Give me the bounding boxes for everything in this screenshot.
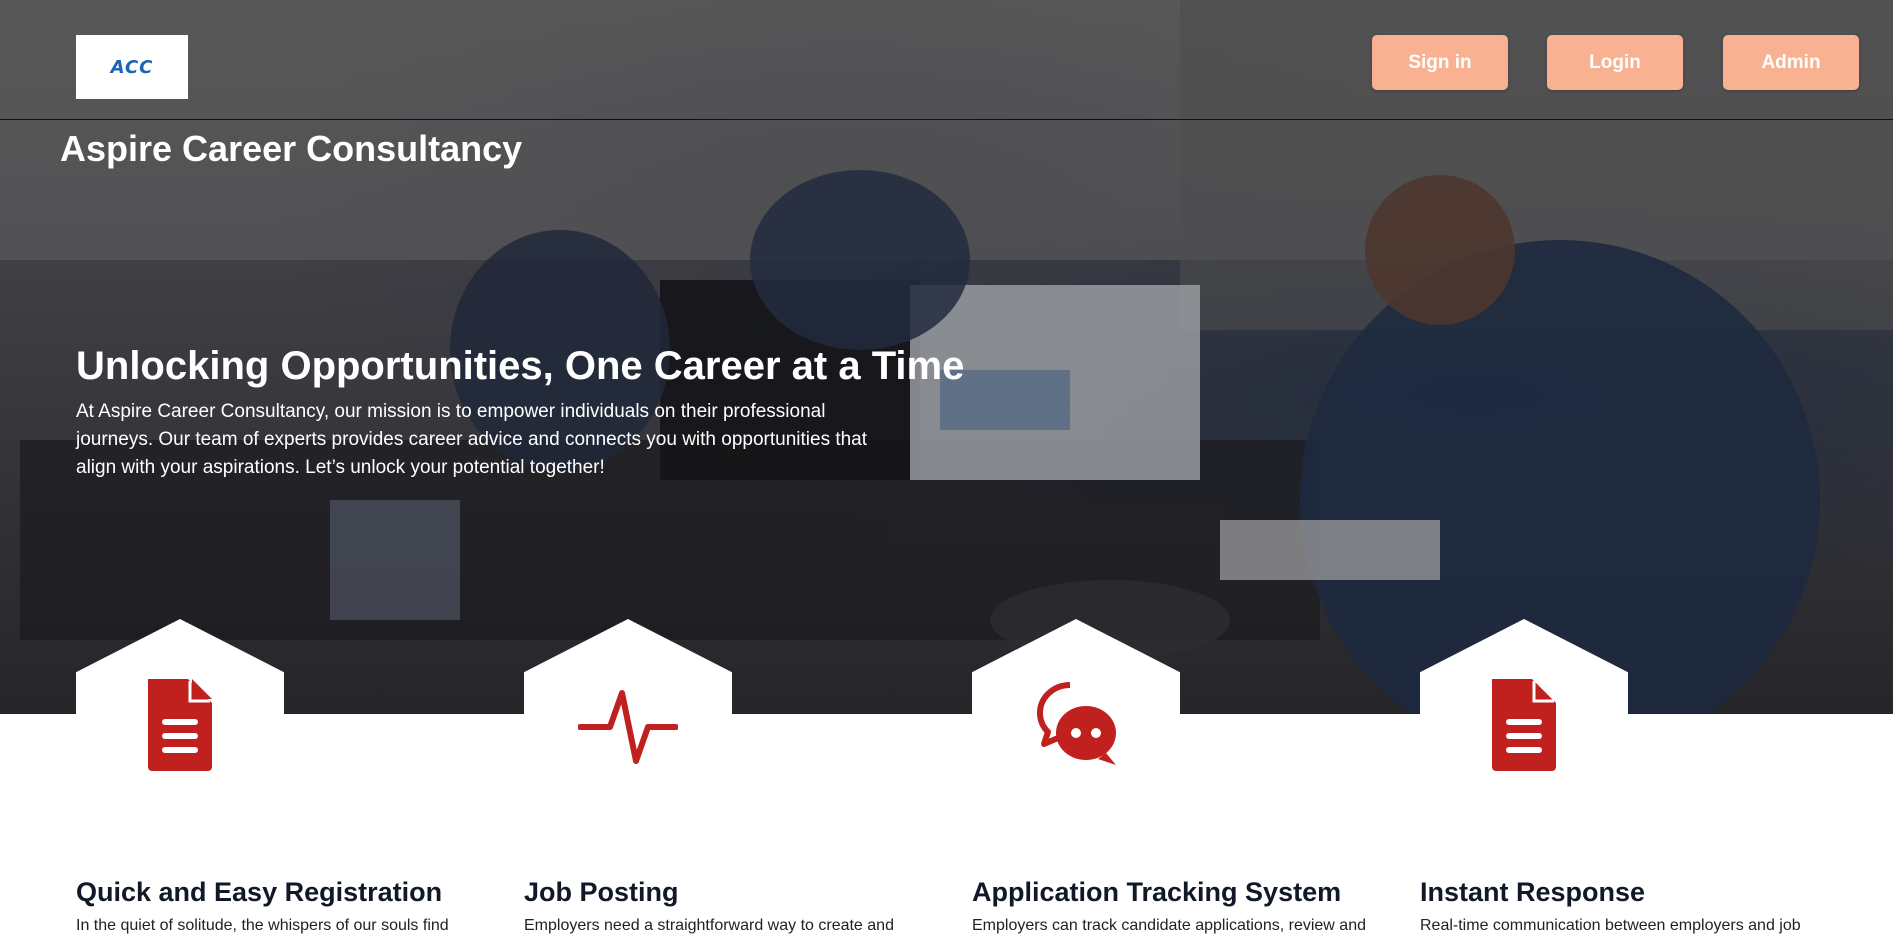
heartbeat-icon: [578, 690, 678, 764]
feature-title: Instant Response: [1420, 877, 1646, 907]
feature-description: In the quiet of solitude, the whispers o…: [76, 917, 449, 934]
feature-title: Quick and Easy Registration: [76, 877, 443, 907]
admin-button[interactable]: Admin: [1723, 35, 1859, 90]
document-icon: [148, 679, 212, 771]
document-icon: [1492, 679, 1556, 771]
hero-section: ACC Sign in Login Admin Aspire Career Co…: [0, 0, 1893, 714]
hero-description: At Aspire Career Consultancy, our missio…: [76, 401, 868, 478]
brand-name: Aspire Career Consultancy: [60, 128, 523, 169]
sign-in-button[interactable]: Sign in: [1372, 35, 1508, 90]
company-logo[interactable]: ACC: [76, 35, 188, 99]
login-button[interactable]: Login: [1547, 35, 1683, 90]
logo-text: ACC: [110, 56, 154, 78]
feature-description: Employers need a straightforward way to …: [524, 917, 894, 934]
feature-description: Employers can track candidate applicatio…: [972, 917, 1366, 934]
feature-description: Real-time communication between employer…: [1420, 917, 1801, 934]
chat-bubbles-icon: [1037, 682, 1116, 765]
feature-title: Job Posting: [524, 877, 679, 907]
feature-title: Application Tracking System: [972, 877, 1342, 907]
header-divider: [0, 119, 1893, 120]
hero-heading: Unlocking Opportunities, One Career at a…: [76, 344, 965, 388]
